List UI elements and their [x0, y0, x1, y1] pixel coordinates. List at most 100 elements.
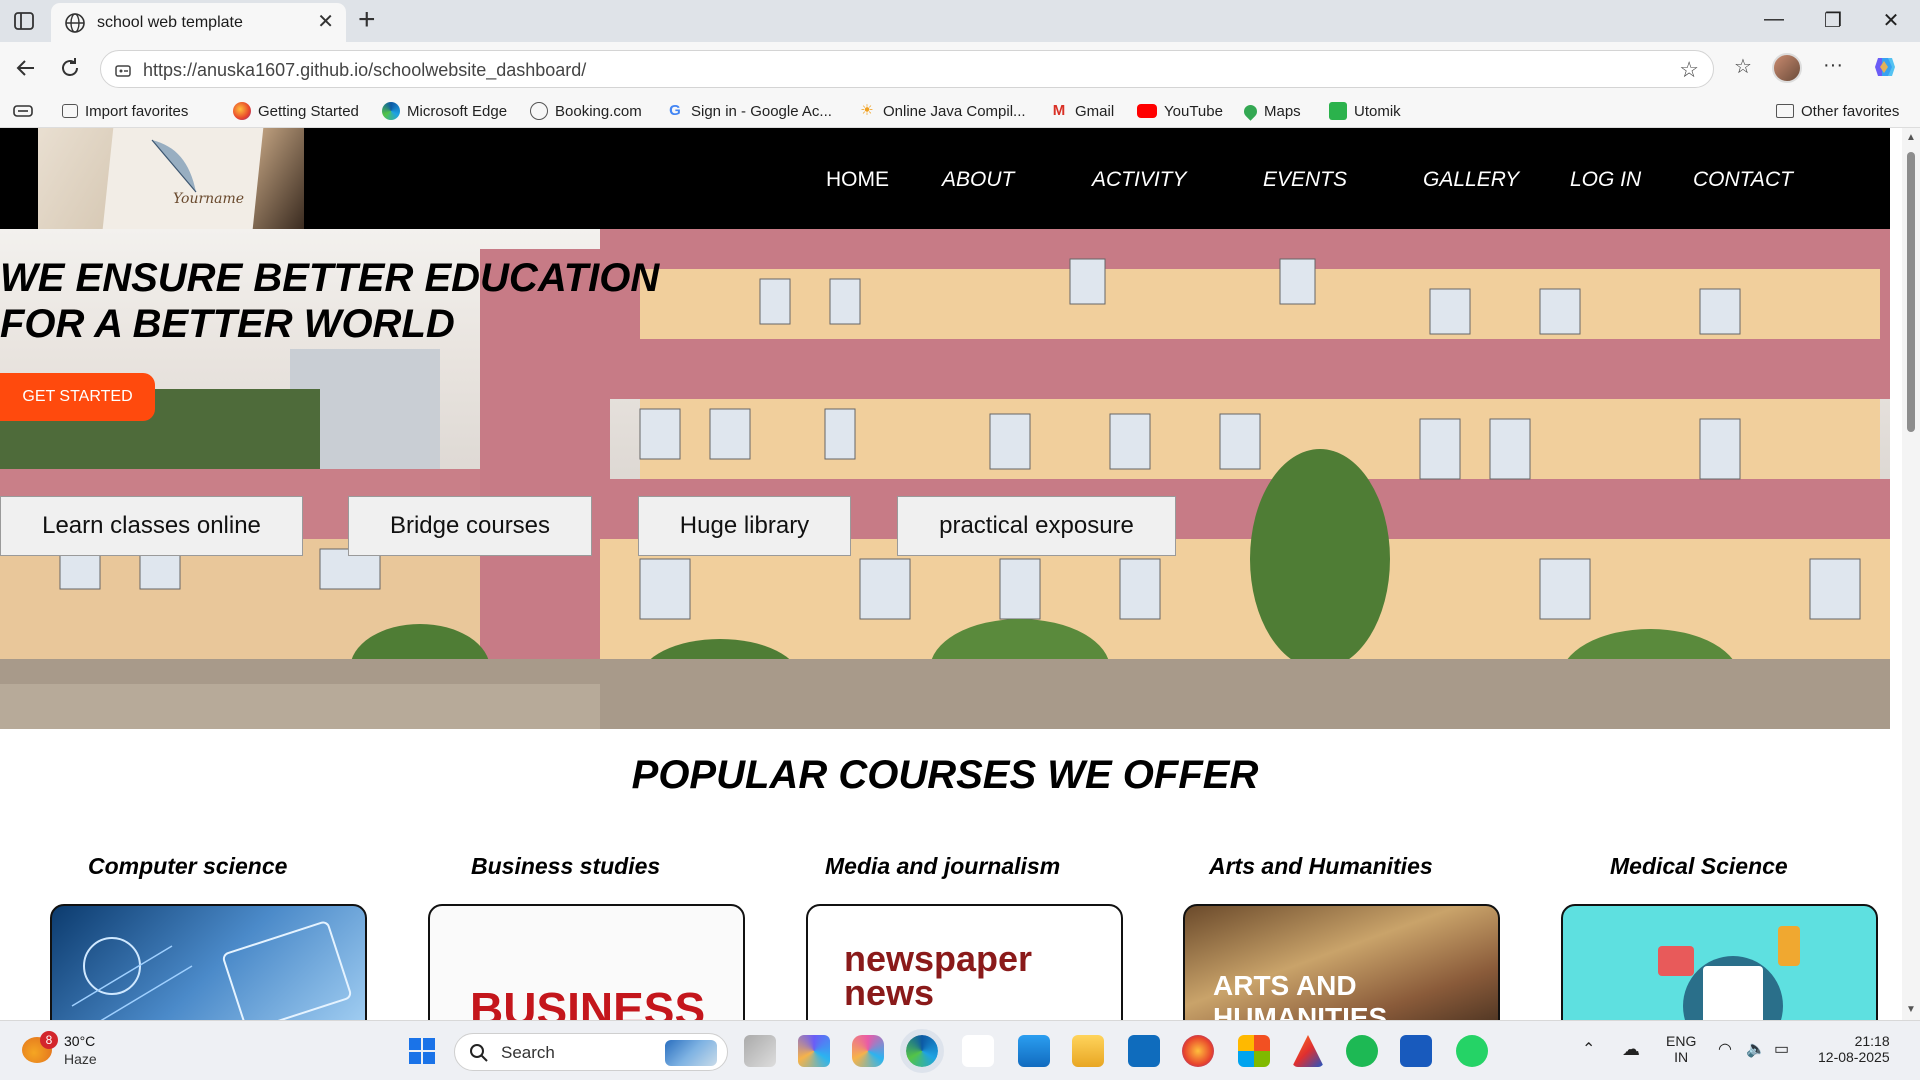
store-icon[interactable] [1238, 1035, 1270, 1067]
nav-about[interactable]: ABOUT [942, 168, 1014, 192]
fav-gmail[interactable]: M Gmail [1050, 100, 1114, 122]
fav-label: Getting Started [258, 102, 359, 120]
taskbar-search-input[interactable]: Search [454, 1033, 728, 1071]
file-explorer-icon[interactable] [1072, 1035, 1104, 1067]
word-icon[interactable] [1400, 1035, 1432, 1067]
nav-gallery[interactable]: GALLERY [1423, 168, 1519, 192]
site-info-icon[interactable] [113, 60, 133, 80]
fav-booking[interactable]: Booking.com [530, 100, 642, 122]
refresh-icon[interactable] [56, 54, 84, 82]
fav-utomik[interactable]: Utomik [1329, 100, 1401, 122]
edge-taskbar-icon[interactable] [900, 1029, 944, 1073]
weather-temp: 30°C [64, 1033, 96, 1049]
tray-chevron-icon[interactable]: ⌃ [1582, 1039, 1595, 1059]
close-tab-icon[interactable]: ✕ [317, 11, 334, 33]
copilot-icon[interactable] [1870, 52, 1900, 82]
youtube-icon [1137, 104, 1157, 118]
course-card-business-studies[interactable]: BUSINESS [428, 904, 745, 1020]
medical-illustration [1658, 926, 1800, 1020]
fav-online-java[interactable]: ☀ Online Java Compil... [858, 100, 1026, 122]
course-card-medical-science[interactable] [1561, 904, 1878, 1020]
weather-widget[interactable]: 8 30°C Haze [22, 1031, 122, 1071]
whatsapp-icon[interactable] [1456, 1035, 1488, 1067]
fav-import-favorites[interactable]: Import favorites [62, 100, 188, 122]
site-logo[interactable]: Yourname [38, 128, 304, 229]
nav-contact[interactable]: CONTACT [1693, 168, 1793, 192]
search-highlight-image [665, 1040, 717, 1066]
fav-maps[interactable]: Maps [1241, 100, 1301, 122]
fav-label: YouTube [1164, 102, 1223, 120]
clock-date: 12-08-2025 [1818, 1049, 1890, 1065]
scroll-down-icon[interactable]: ▼ [1906, 1004, 1916, 1015]
collections-icon[interactable] [12, 102, 34, 120]
windows-start-icon[interactable] [406, 1035, 438, 1067]
feature-huge-library[interactable]: Huge library [638, 496, 851, 556]
fav-youtube[interactable]: YouTube [1137, 100, 1223, 122]
task-view-icon[interactable] [744, 1035, 776, 1067]
firefox-icon [233, 102, 251, 120]
tab-actions-icon[interactable] [12, 10, 36, 32]
terminal-icon[interactable] [962, 1035, 994, 1067]
course-title: Medical Science [1610, 853, 1788, 879]
volume-icon[interactable]: 🔈 [1746, 1039, 1766, 1059]
back-arrow-icon[interactable] [12, 54, 40, 82]
tab-title: school web template [97, 14, 243, 31]
matlab-icon[interactable] [1292, 1035, 1324, 1067]
fav-label: Booking.com [555, 102, 642, 120]
wifi-icon[interactable]: ◠ [1718, 1039, 1732, 1059]
firefox-taskbar-icon[interactable] [1182, 1035, 1214, 1067]
browser-tab-bar: school web template ✕ + — ❐ ✕ [0, 0, 1920, 42]
language-indicator[interactable]: ENG IN [1666, 1033, 1696, 1065]
feature-practical-exposure[interactable]: practical exposure [897, 496, 1176, 556]
site-header: Yourname HOME ABOUT ACTIVITY EVENTS GALL… [0, 128, 1890, 229]
nav-events[interactable]: EVENTS [1263, 168, 1347, 192]
course-card-computer-science[interactable] [50, 904, 367, 1020]
favorites-icon[interactable]: ☆ [1728, 54, 1758, 84]
new-tab-icon[interactable]: + [358, 5, 376, 35]
course-title: Arts and Humanities [1209, 853, 1433, 879]
copilot-taskbar-icon[interactable] [852, 1035, 884, 1067]
battery-icon[interactable]: ▭ [1774, 1039, 1789, 1059]
clock[interactable]: 21:18 12-08-2025 [1818, 1033, 1890, 1065]
fav-microsoft-edge[interactable]: Microsoft Edge [382, 100, 507, 122]
nav-login[interactable]: LOG IN [1570, 168, 1641, 192]
feature-bridge-courses[interactable]: Bridge courses [348, 496, 592, 556]
course-card-media-journalism[interactable]: newspaper news [806, 904, 1123, 1020]
scroll-up-icon[interactable]: ▲ [1906, 132, 1916, 143]
course-title: Business studies [471, 853, 661, 879]
get-started-button[interactable]: GET STARTED [0, 373, 155, 421]
course-card-arts-humanities[interactable]: ARTS AND HUMANITIES [1183, 904, 1500, 1020]
fav-label: Online Java Compil... [883, 102, 1026, 120]
nav-home[interactable]: HOME [826, 168, 889, 192]
nav-activity[interactable]: ACTIVITY [1092, 168, 1187, 192]
m365-icon[interactable] [798, 1035, 830, 1067]
maps-pin-icon [1241, 101, 1260, 121]
search-placeholder: Search [501, 1043, 555, 1062]
fav-other-favorites[interactable]: Other favorites [1776, 100, 1899, 122]
lang-region: IN [1674, 1049, 1689, 1065]
gmail-icon: M [1052, 102, 1066, 119]
browser-tab-active[interactable]: school web template ✕ [51, 3, 346, 42]
page-scrollbar[interactable]: ▲ ▼ [1902, 128, 1920, 1020]
compiler-icon: ☀ [860, 102, 874, 119]
url-input[interactable]: https://anuska1607.github.io/schoolwebsi… [100, 50, 1714, 88]
spotify-icon[interactable] [1346, 1035, 1378, 1067]
fav-getting-started[interactable]: Getting Started [233, 100, 359, 122]
news-word-art: newspaper news [844, 938, 1033, 1013]
hero-title-line1: WE ENSURE BETTER EDUCATION [0, 256, 660, 300]
scroll-thumb[interactable] [1907, 152, 1915, 432]
feature-learn-online[interactable]: Learn classes online [0, 496, 303, 556]
profile-avatar[interactable] [1772, 53, 1802, 83]
arts-banner-text: ARTS AND HUMANITIES [1213, 970, 1388, 1020]
course-title: Computer science [88, 853, 288, 879]
onedrive-icon[interactable]: ☁ [1622, 1039, 1640, 1060]
minimize-icon[interactable]: — [1757, 8, 1791, 34]
more-options-icon[interactable]: ··· [1818, 54, 1848, 84]
outlook-icon[interactable] [1128, 1035, 1160, 1067]
desktop-icon[interactable] [1018, 1035, 1050, 1067]
fav-google-signin[interactable]: G Sign in - Google Ac... [666, 100, 832, 122]
restore-icon[interactable]: ❐ [1816, 8, 1850, 34]
close-window-icon[interactable]: ✕ [1874, 8, 1908, 34]
favorites-bar: Import favorites Getting Started Microso… [0, 94, 1920, 128]
favorite-star-icon[interactable]: ☆ [1679, 57, 1699, 83]
